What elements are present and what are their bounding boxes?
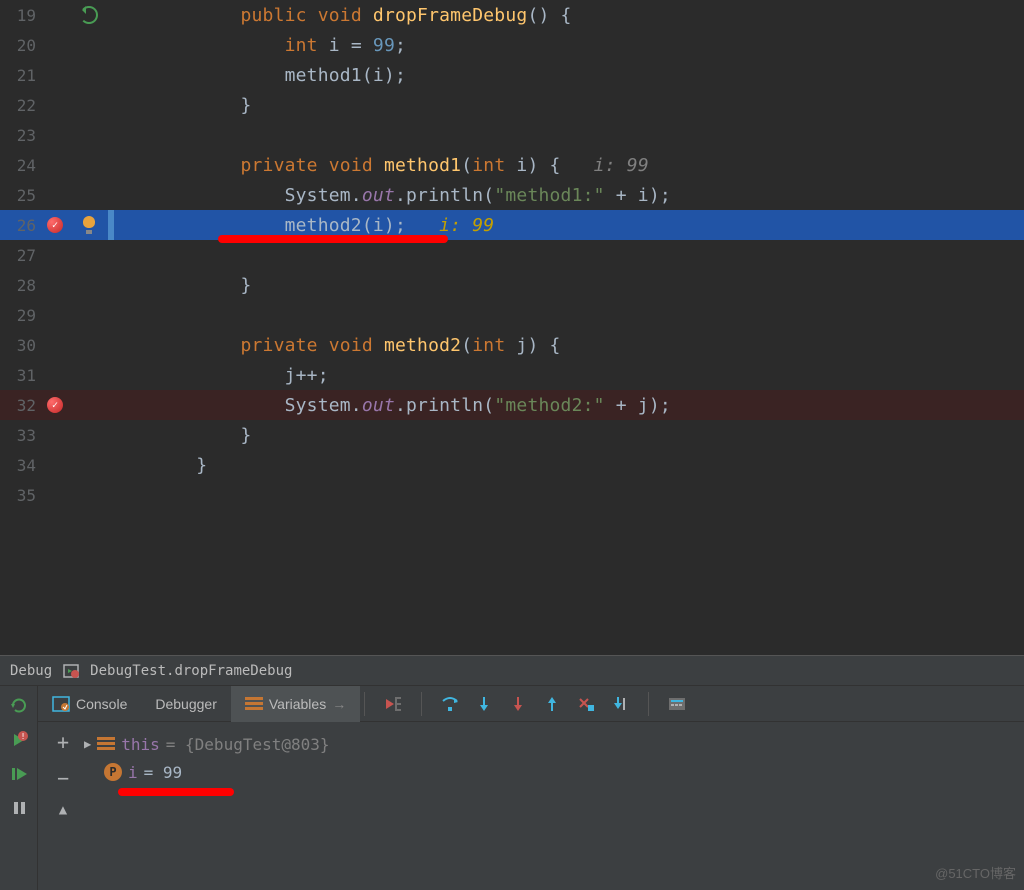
code-line-20[interactable]: 20 int i = 99;	[0, 30, 1024, 60]
line-number: 35	[0, 486, 40, 505]
code-text: private void method2(int j) {	[108, 335, 561, 356]
code-line-29[interactable]: 29	[0, 300, 1024, 330]
pin-icon: →	[332, 696, 346, 712]
code-text: }	[108, 425, 251, 446]
code-text: public void dropFrameDebug() {	[108, 5, 572, 26]
debug-header: Debug DebugTest.dropFrameDebug	[0, 655, 1024, 685]
breakpoint-icon[interactable]	[47, 217, 63, 233]
console-icon	[52, 696, 70, 712]
svg-text:!: !	[20, 732, 25, 741]
show-execution-point-icon[interactable]	[383, 695, 403, 713]
code-editor[interactable]: 19 public void dropFrameDebug() {20 int …	[0, 0, 1024, 655]
tab-variables[interactable]: Variables →	[231, 686, 360, 722]
code-text: method1(i);	[108, 65, 406, 86]
code-line-25[interactable]: 25 System.out.println("method1:" + i);	[0, 180, 1024, 210]
code-text: }	[108, 455, 207, 476]
up-icon[interactable]: ▲	[59, 802, 67, 818]
code-line-33[interactable]: 33 }	[0, 420, 1024, 450]
execution-marker	[108, 210, 114, 240]
remove-watch-icon[interactable]: −	[57, 766, 69, 790]
run-to-cursor-icon[interactable]	[610, 695, 630, 713]
line-number: 24	[0, 156, 40, 175]
line-number: 22	[0, 96, 40, 115]
code-text: System.out.println("method2:" + j);	[108, 395, 671, 416]
code-text: }	[108, 95, 251, 116]
watermark: @51CTO博客	[935, 863, 1016, 882]
step-into-icon[interactable]	[474, 695, 494, 713]
code-line-32[interactable]: 32 System.out.println("method2:" + j);	[0, 390, 1024, 420]
code-line-34[interactable]: 34 }	[0, 450, 1024, 480]
rerun-icon[interactable]	[9, 696, 29, 716]
tab-debugger[interactable]: Debugger	[141, 686, 231, 722]
code-line-23[interactable]: 23	[0, 120, 1024, 150]
code-text: private void method1(int i) { i: 99	[108, 155, 649, 176]
line-number: 29	[0, 306, 40, 325]
line-number: 20	[0, 36, 40, 55]
debug-target-icon	[62, 662, 80, 680]
force-step-into-icon[interactable]	[508, 695, 528, 713]
line-number: 33	[0, 426, 40, 445]
play-icon[interactable]	[9, 764, 29, 784]
code-line-35[interactable]: 35	[0, 480, 1024, 510]
debug-tabbar: Console Debugger Variables →	[38, 686, 1024, 722]
code-line-19[interactable]: 19 public void dropFrameDebug() {	[0, 0, 1024, 30]
var-this[interactable]: ▶ this = {DebugTest@803}	[80, 730, 1016, 758]
line-number: 30	[0, 336, 40, 355]
code-line-21[interactable]: 21 method1(i);	[0, 60, 1024, 90]
var-i[interactable]: P i = 99	[80, 758, 1016, 786]
debug-sidebar: !	[0, 686, 38, 890]
line-number: 25	[0, 186, 40, 205]
add-watch-icon[interactable]: +	[57, 730, 69, 754]
line-number: 27	[0, 246, 40, 265]
object-icon	[97, 737, 115, 751]
breakpoint-icon[interactable]	[47, 397, 63, 413]
code-line-22[interactable]: 22 }	[0, 90, 1024, 120]
evaluate-icon[interactable]	[667, 696, 687, 712]
code-line-31[interactable]: 31 j++;	[0, 360, 1024, 390]
line-number: 34	[0, 456, 40, 475]
code-text: method2(i); i: 99	[108, 215, 494, 236]
code-text: j++;	[108, 365, 329, 386]
debug-panel: ! Console Debugger Variables →	[0, 685, 1024, 890]
line-number: 32	[0, 396, 40, 415]
code-line-24[interactable]: 24 private void method1(int i) { i: 99	[0, 150, 1024, 180]
code-line-28[interactable]: 28 }	[0, 270, 1024, 300]
code-text: System.out.println("method1:" + i);	[108, 185, 671, 206]
line-number: 31	[0, 366, 40, 385]
debug-context: DebugTest.dropFrameDebug	[90, 663, 292, 679]
code-line-30[interactable]: 30 private void method2(int j) {	[0, 330, 1024, 360]
step-over-icon[interactable]	[440, 695, 460, 713]
variables-icon	[245, 697, 263, 711]
line-number: 21	[0, 66, 40, 85]
line-number: 28	[0, 276, 40, 295]
code-line-26[interactable]: 26 method2(i); i: 99	[0, 210, 1024, 240]
intention-bulb-icon[interactable]	[82, 216, 96, 234]
pause-icon[interactable]	[9, 798, 29, 818]
debug-label: Debug	[10, 663, 52, 679]
line-number: 26	[0, 216, 40, 235]
override-icon[interactable]	[80, 6, 98, 24]
code-text: int i = 99;	[108, 35, 406, 56]
variables-pane[interactable]: + − ▲ ▶ this = {DebugTest@803} P i = 99	[38, 722, 1024, 890]
param-icon: P	[104, 763, 122, 781]
annotation-underline	[118, 788, 234, 796]
drop-frame-icon[interactable]	[576, 695, 596, 713]
line-number: 23	[0, 126, 40, 145]
step-out-icon[interactable]	[542, 695, 562, 713]
code-text: }	[108, 275, 251, 296]
line-number: 19	[0, 6, 40, 25]
code-line-27[interactable]: 27	[0, 240, 1024, 270]
tab-console[interactable]: Console	[38, 686, 141, 722]
expand-icon[interactable]: ▶	[84, 737, 91, 751]
resume-icon[interactable]: !	[9, 730, 29, 750]
